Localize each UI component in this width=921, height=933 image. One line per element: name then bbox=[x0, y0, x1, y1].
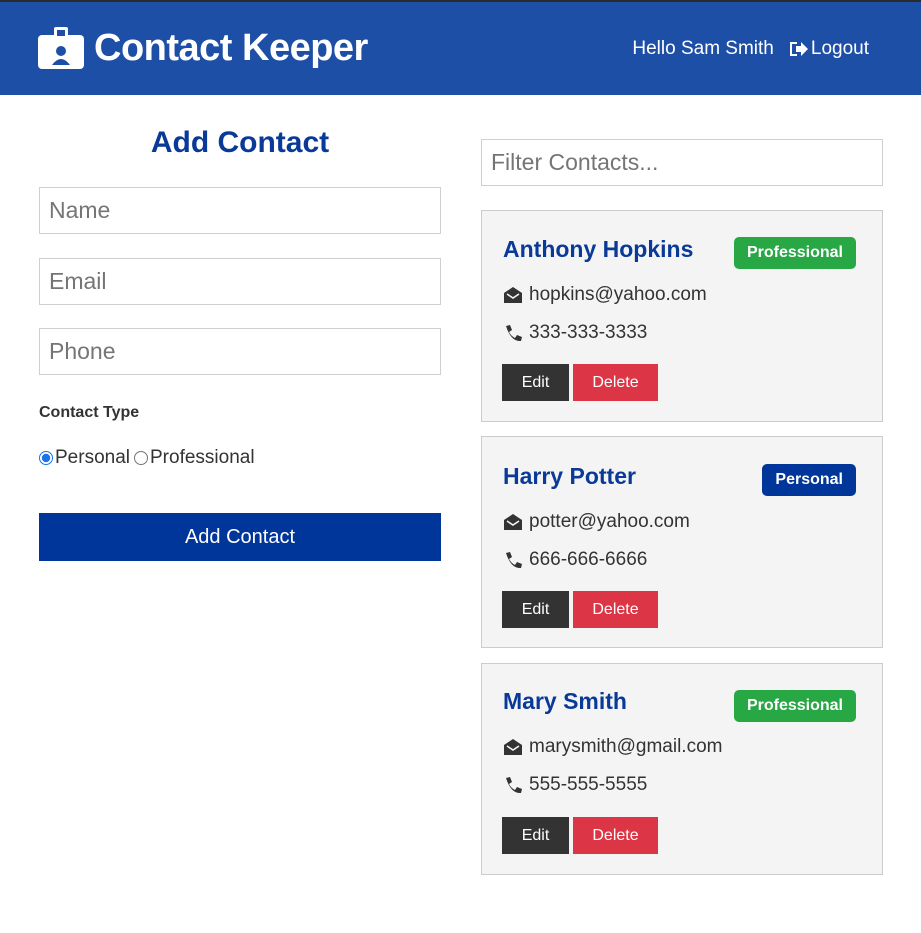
name-input[interactable] bbox=[39, 187, 441, 234]
contact-name: Anthony Hopkins bbox=[503, 236, 694, 262]
card-actions: Edit Delete bbox=[502, 817, 658, 854]
form-title: Add Contact bbox=[150, 126, 330, 159]
contact-email: hopkins@yahoo.com bbox=[529, 284, 707, 305]
id-badge-icon bbox=[38, 27, 84, 69]
sign-out-icon bbox=[789, 42, 808, 56]
radio-professional-label: Professional bbox=[150, 447, 255, 468]
phone-icon bbox=[506, 777, 522, 794]
contact-email-row: hopkins@yahoo.com bbox=[503, 284, 707, 306]
radio-personal-option[interactable]: Personal bbox=[39, 447, 130, 469]
contact-card: Anthony Hopkins Professional hopkins@yah… bbox=[481, 210, 883, 422]
delete-button[interactable]: Delete bbox=[573, 817, 658, 854]
add-contact-button[interactable]: Add Contact bbox=[39, 513, 441, 561]
user-greeting: Hello Sam Smith bbox=[632, 38, 774, 59]
radio-professional-option[interactable]: Professional bbox=[130, 447, 255, 469]
edit-button[interactable]: Edit bbox=[502, 817, 569, 854]
phone-icon bbox=[506, 552, 522, 569]
contact-phone-row: 555-555-5555 bbox=[503, 774, 647, 796]
contact-email: potter@yahoo.com bbox=[529, 511, 690, 532]
email-input[interactable] bbox=[39, 258, 441, 305]
contact-email-row: potter@yahoo.com bbox=[503, 511, 690, 533]
contact-card: Mary Smith Professional marysmith@gmail.… bbox=[481, 663, 883, 875]
radio-professional[interactable] bbox=[134, 451, 148, 465]
contact-type-badge: Personal bbox=[762, 464, 856, 496]
delete-button[interactable]: Delete bbox=[573, 364, 658, 401]
logout-link[interactable]: Logout bbox=[788, 38, 869, 60]
edit-button[interactable]: Edit bbox=[502, 364, 569, 401]
contact-phone: 666-666-6666 bbox=[529, 549, 648, 570]
contact-phone-row: 333-333-3333 bbox=[503, 322, 647, 344]
card-actions: Edit Delete bbox=[502, 591, 658, 628]
radio-personal-label: Personal bbox=[55, 447, 130, 468]
contact-type-badge: Professional bbox=[733, 690, 856, 722]
filter-contacts-input[interactable] bbox=[481, 139, 883, 186]
phone-icon bbox=[506, 325, 522, 342]
app-title: Contact Keeper bbox=[94, 27, 368, 69]
contact-name: Harry Potter bbox=[503, 463, 636, 489]
contact-type-badge: Professional bbox=[733, 237, 856, 269]
contact-type-radio-group: Personal Professional bbox=[39, 447, 255, 469]
contact-type-label: Contact Type bbox=[39, 404, 140, 421]
contact-phone: 333-333-3333 bbox=[529, 322, 648, 343]
contact-phone: 555-555-5555 bbox=[529, 774, 648, 795]
contact-email-row: marysmith@gmail.com bbox=[503, 736, 722, 758]
nav-user-area: Hello Sam Smith Logout bbox=[632, 38, 869, 60]
card-actions: Edit Delete bbox=[502, 364, 658, 401]
envelope-open-icon bbox=[504, 739, 522, 755]
brand[interactable]: Contact Keeper bbox=[38, 26, 368, 70]
add-contact-form: Add Contact Contact Type Personal Profes… bbox=[39, 117, 441, 561]
contact-email: marysmith@gmail.com bbox=[529, 736, 723, 757]
navbar: Contact Keeper Hello Sam Smith Logout bbox=[0, 0, 921, 95]
radio-personal[interactable] bbox=[39, 451, 53, 465]
contact-name: Mary Smith bbox=[503, 688, 627, 714]
contact-card: Harry Potter Personal potter@yahoo.com 6… bbox=[481, 436, 883, 648]
delete-button[interactable]: Delete bbox=[573, 591, 658, 628]
envelope-open-icon bbox=[504, 287, 522, 303]
envelope-open-icon bbox=[504, 514, 522, 530]
edit-button[interactable]: Edit bbox=[502, 591, 569, 628]
phone-input[interactable] bbox=[39, 328, 441, 375]
contact-phone-row: 666-666-6666 bbox=[503, 549, 647, 571]
logout-label: Logout bbox=[810, 38, 869, 59]
